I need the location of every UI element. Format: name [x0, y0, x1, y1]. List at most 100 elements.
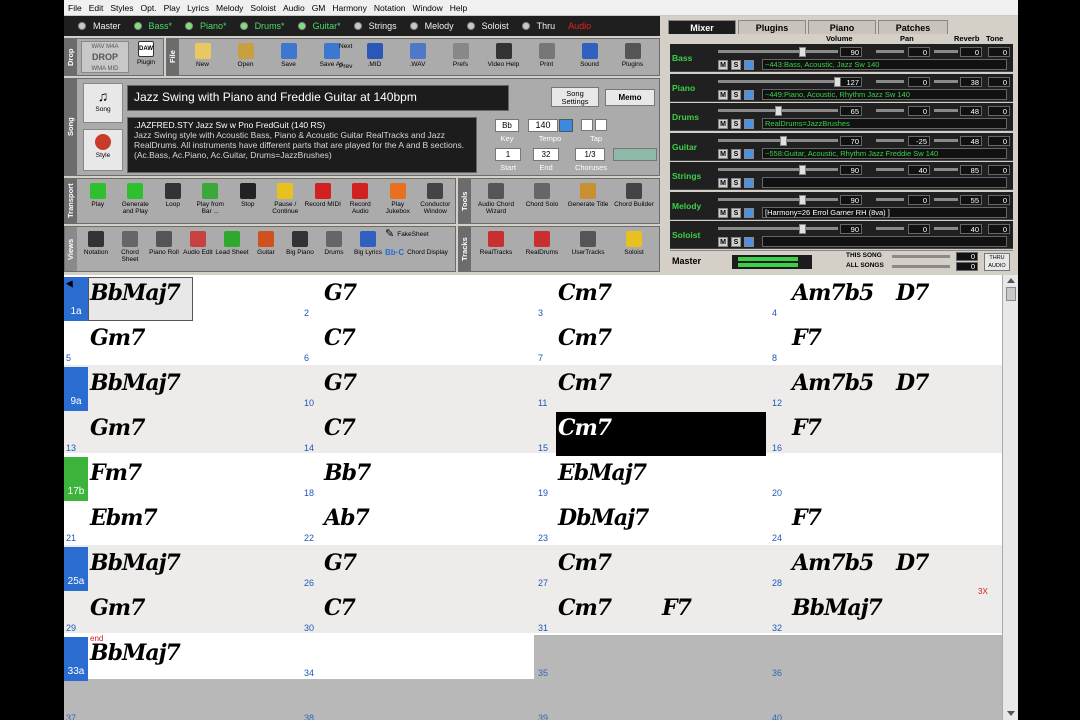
reverb-slider[interactable] — [934, 227, 958, 230]
open-button[interactable]: Open — [224, 43, 267, 68]
scroll-up-arrow-icon[interactable] — [1007, 278, 1015, 283]
pan-slider[interactable] — [876, 138, 904, 142]
reverb-value[interactable]: 55 — [960, 194, 982, 205]
menu-file[interactable]: File — [68, 3, 82, 13]
solo-button[interactable]: S — [731, 89, 741, 100]
chart-scrollbar[interactable] — [1002, 275, 1018, 720]
chord-bar[interactable]: 37 — [64, 682, 298, 720]
mixer-tab-plugins[interactable]: Plugins — [738, 20, 806, 34]
patch-select[interactable] — [762, 177, 1007, 188]
audio-chord-wizard-button[interactable]: Audio Chord Wizard — [473, 183, 519, 215]
fakesheet-button[interactable]: ✎ FakeSheet — [385, 229, 455, 240]
chord-bar[interactable]: 3 Cm7 — [536, 277, 770, 321]
settings-icon[interactable] — [744, 119, 754, 129]
new-button[interactable]: New — [181, 43, 224, 68]
all-songs-value[interactable]: 0 — [956, 262, 978, 271]
chord-bar[interactable]: 35 — [536, 637, 770, 681]
plugins-button[interactable]: Plugins — [611, 43, 654, 68]
chord-bar[interactable]: 16 F7 — [770, 412, 1004, 456]
reverb-slider[interactable] — [934, 138, 958, 142]
solo-button[interactable]: S — [731, 119, 741, 129]
prefs-button[interactable]: Prefs — [439, 43, 482, 68]
pan-slider[interactable] — [876, 109, 904, 112]
menu-gm[interactable]: GM — [312, 3, 326, 13]
realdrums-button[interactable]: RealDrums — [519, 231, 565, 256]
song-settings-button[interactable]: Song Settings — [551, 87, 599, 107]
style-button[interactable]: Style — [83, 129, 123, 171]
big-lyrics-button[interactable]: Big Lyrics — [351, 231, 385, 256]
solo-button[interactable]: S — [731, 178, 741, 188]
menu-lyrics[interactable]: Lyrics — [187, 3, 209, 13]
pan-value[interactable]: 0 — [908, 224, 930, 234]
track-piano[interactable]: Piano* — [185, 21, 227, 31]
chord-bar[interactable]: 28 Am7b5 D7 — [770, 547, 1004, 591]
chord-bar[interactable]: 13 Gm7 — [64, 412, 298, 456]
chord-bar[interactable]: 6 C7 — [302, 322, 536, 366]
next-button[interactable]: Next — [339, 43, 352, 50]
piano-roll-button[interactable]: Piano Roll — [147, 231, 181, 256]
track-melody[interactable]: Melody — [409, 21, 454, 31]
menu-help[interactable]: Help — [450, 3, 467, 13]
play-button[interactable]: Play — [79, 183, 117, 208]
reverb-value[interactable]: 0 — [960, 47, 982, 57]
mixer-track-name[interactable]: Strings — [672, 164, 712, 188]
mixer-tab-patches[interactable]: Patches — [878, 20, 948, 34]
mute-button[interactable]: M — [718, 119, 728, 129]
daw-plugin-button[interactable]: DAW Plugin — [131, 41, 161, 66]
menu-edit[interactable]: Edit — [89, 3, 104, 13]
chord-bar[interactable]: 14 C7 — [302, 412, 536, 456]
pan-value[interactable]: 0 — [908, 47, 930, 57]
track-audio[interactable]: Audio — [568, 21, 591, 31]
pan-slider[interactable] — [876, 50, 904, 53]
menu-opt[interactable]: Opt. — [141, 3, 157, 13]
track-strings[interactable]: Strings — [353, 21, 397, 31]
track-drums[interactable]: Drums* — [239, 21, 285, 31]
pan-slider[interactable] — [876, 197, 904, 201]
tone-value[interactable]: 0 — [988, 165, 1010, 175]
settings-icon[interactable] — [744, 207, 754, 218]
chord-bar[interactable]: 12 Am7b5 D7 — [770, 367, 1004, 411]
settings-icon[interactable] — [744, 178, 754, 188]
chord-bar[interactable]: 1a BbMaj7 — [64, 277, 298, 321]
volume-slider[interactable] — [718, 168, 838, 171]
patch-select[interactable]: ~449:Piano, Acoustic, Rhythm Jazz Sw 140 — [762, 88, 1007, 100]
mixer-track-name[interactable]: Drums — [672, 105, 712, 129]
mixer-track-name[interactable]: Soloist — [672, 223, 712, 247]
volume-slider[interactable] — [718, 197, 838, 201]
pan-slider[interactable] — [876, 227, 904, 230]
tempo-field[interactable]: 140 — [528, 119, 558, 132]
menu-melody[interactable]: Melody — [216, 3, 243, 13]
reverb-slider[interactable] — [934, 79, 958, 83]
volume-value[interactable]: 90 — [840, 47, 862, 57]
volume-value[interactable]: 90 — [840, 224, 862, 234]
volume-value[interactable]: 70 — [840, 135, 862, 146]
patch-select[interactable] — [762, 236, 1007, 247]
settings-icon[interactable] — [744, 89, 754, 100]
tap-box-2[interactable] — [595, 119, 607, 131]
reverb-slider[interactable] — [934, 50, 958, 53]
big-piano-button[interactable]: Big Piano — [283, 231, 317, 256]
volume-value[interactable]: 90 — [840, 165, 862, 175]
stop-button[interactable]: Stop — [229, 183, 267, 208]
volume-slider[interactable] — [718, 50, 838, 53]
volume-value[interactable]: 90 — [840, 194, 862, 205]
pan-value[interactable]: 0 — [908, 106, 930, 116]
-mid-button[interactable]: .MID — [353, 43, 396, 68]
mute-button[interactable]: M — [718, 60, 728, 70]
reverb-value[interactable]: 40 — [960, 224, 982, 234]
chord-bar[interactable]: 10 G7 — [302, 367, 536, 411]
drums-button[interactable]: Drums — [317, 231, 351, 256]
reverb-value[interactable]: 85 — [960, 165, 982, 175]
guitar-button[interactable]: Guitar — [249, 231, 283, 256]
lead-sheet-button[interactable]: Lead Sheet — [215, 231, 249, 256]
play-jukebox-button[interactable]: Play Jukebox — [379, 183, 417, 215]
mixer-track-name[interactable]: Melody — [672, 194, 712, 218]
patch-select[interactable]: ~443:Bass, Acoustic, Jazz Sw 140 — [762, 59, 1007, 70]
pan-value[interactable]: 40 — [908, 165, 930, 175]
chord-bar[interactable]: 4 Am7b5 D7 — [770, 277, 1004, 321]
solo-button[interactable]: S — [731, 60, 741, 70]
mute-button[interactable]: M — [718, 237, 728, 247]
mute-button[interactable]: M — [718, 207, 728, 218]
track-guitar[interactable]: Guitar* — [297, 21, 341, 31]
chord-bar[interactable]: 40 — [770, 682, 1004, 720]
